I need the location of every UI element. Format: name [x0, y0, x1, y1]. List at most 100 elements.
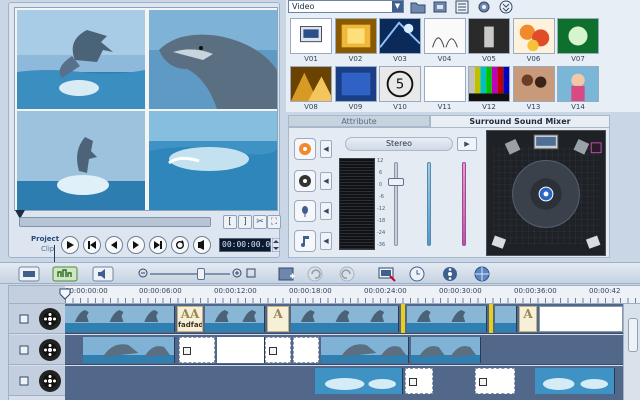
- voice-track-toggle[interactable]: ◀: [320, 202, 332, 220]
- overlay-track-icon[interactable]: [39, 339, 61, 361]
- surround-field[interactable]: [486, 130, 606, 256]
- timeline-clip[interactable]: [495, 306, 517, 332]
- voice-track-button[interactable]: [294, 200, 316, 222]
- playhead[interactable]: [59, 288, 71, 300]
- time-ruler[interactable]: 00:00:00:00 00:00:06:00 00:00:12:00 00:0…: [65, 286, 640, 304]
- library-thumbnail[interactable]: V13: [512, 66, 555, 113]
- color-clip[interactable]: [179, 337, 215, 363]
- play-button[interactable]: [61, 236, 79, 254]
- fader-thumb[interactable]: [388, 178, 404, 186]
- overlay-clip[interactable]: [321, 337, 409, 363]
- overlay-clip[interactable]: [411, 337, 481, 363]
- zoom-in-button[interactable]: [232, 266, 242, 282]
- transition-marker[interactable]: [401, 304, 405, 333]
- video-track[interactable]: AA fadfad A A: [65, 304, 623, 334]
- undo-button[interactable]: [306, 266, 324, 282]
- timeline-clip[interactable]: [205, 306, 265, 332]
- timeline-clip[interactable]: [291, 306, 399, 332]
- empty-clip[interactable]: [539, 306, 623, 332]
- zoom-slider-track[interactable]: [150, 273, 230, 275]
- overlay-clip[interactable]: [83, 337, 175, 363]
- scrub-bar[interactable]: [19, 217, 211, 227]
- overlay-track-toggle[interactable]: ◀: [320, 172, 332, 190]
- home-button[interactable]: [83, 236, 101, 254]
- sort-button[interactable]: [454, 0, 470, 14]
- library-thumbnail[interactable]: V09: [334, 66, 377, 113]
- mark-in-button[interactable]: [: [223, 215, 237, 229]
- auto-music-button[interactable]: [408, 266, 428, 282]
- end-button[interactable]: [149, 236, 167, 254]
- expand-button[interactable]: [498, 0, 514, 14]
- library-thumbnail[interactable]: V11: [423, 66, 466, 113]
- color-clip[interactable]: [217, 337, 265, 363]
- library-thumbnail[interactable]: 5 V10: [379, 66, 421, 113]
- redo-button[interactable]: [338, 266, 356, 282]
- next-frame-button[interactable]: [127, 236, 145, 254]
- motion-tracking-button[interactable]: [440, 266, 460, 282]
- color-clip[interactable]: [293, 337, 319, 363]
- mark-out-button[interactable]: ]: [238, 215, 252, 229]
- import-media-button[interactable]: [432, 0, 448, 14]
- color-clip[interactable]: [475, 368, 515, 394]
- tab-attribute[interactable]: Attribute: [288, 115, 430, 127]
- overlay-track-2[interactable]: [65, 366, 623, 400]
- master-fader[interactable]: 12 6 0 -6 -12 -18 -24 -36: [377, 158, 411, 250]
- video-track-button[interactable]: [294, 138, 316, 160]
- library-thumbnail[interactable]: V08: [290, 66, 332, 113]
- video-track-toggle[interactable]: ◀: [320, 140, 332, 158]
- project-mode-label[interactable]: Project: [31, 235, 59, 243]
- video-track-icon[interactable]: [39, 308, 61, 330]
- title-clip[interactable]: AA fadfad: [177, 306, 203, 332]
- overlay-clip[interactable]: [315, 368, 403, 394]
- front-fader[interactable]: [414, 158, 444, 250]
- color-clip[interactable]: [265, 337, 291, 363]
- music-track-button[interactable]: [294, 230, 316, 252]
- overlay-clip[interactable]: [535, 368, 615, 394]
- overlay-track-icon[interactable]: [39, 370, 61, 392]
- center-fader[interactable]: [449, 158, 479, 250]
- options-button[interactable]: [476, 0, 492, 14]
- scrollbar-thumb[interactable]: [628, 318, 638, 352]
- storyboard-view-button[interactable]: [18, 266, 40, 282]
- fit-project-button[interactable]: [246, 266, 256, 282]
- library-thumbnail[interactable]: V04: [423, 18, 466, 65]
- library-thumbnail[interactable]: V12: [468, 66, 510, 113]
- timeline-clip[interactable]: [65, 306, 175, 332]
- track-settings-icon[interactable]: [19, 375, 29, 387]
- overlay-track-button[interactable]: [294, 170, 316, 192]
- audio-view-button[interactable]: [92, 266, 114, 282]
- volume-button[interactable]: [193, 236, 211, 254]
- record-capture-button[interactable]: [378, 266, 396, 282]
- repeat-button[interactable]: [171, 236, 189, 254]
- library-thumbnail[interactable]: V06: [512, 18, 555, 65]
- library-thumbnail[interactable]: V02: [334, 18, 377, 65]
- mixer-play-button[interactable]: ▶: [457, 137, 477, 151]
- music-track-toggle[interactable]: ◀: [320, 232, 332, 250]
- overlay-track-1[interactable]: [65, 335, 623, 365]
- zoom-out-button[interactable]: [138, 266, 148, 282]
- tab-surround-sound-mixer[interactable]: Surround Sound Mixer: [430, 115, 610, 127]
- enable-ripple-button[interactable]: [472, 266, 492, 282]
- track-settings-icon[interactable]: [19, 313, 29, 325]
- library-category-select[interactable]: Video ▼: [288, 0, 404, 13]
- title-clip[interactable]: A: [267, 306, 289, 332]
- folder-button[interactable]: [410, 0, 426, 14]
- previous-frame-button[interactable]: [105, 236, 123, 254]
- library-thumbnail[interactable]: V05: [468, 18, 510, 65]
- timeline-view-button[interactable]: [52, 266, 78, 282]
- timecode-display[interactable]: 00:00:00.00: [219, 238, 275, 252]
- timecode-spinner[interactable]: [272, 238, 280, 252]
- library-thumbnail[interactable]: V03: [379, 18, 421, 65]
- library-thumbnail[interactable]: V07: [557, 18, 599, 65]
- timeline-clip[interactable]: [407, 306, 487, 332]
- zoom-slider-thumb[interactable]: [197, 268, 205, 280]
- cut-button[interactable]: ✂: [253, 215, 267, 229]
- insert-media-button[interactable]: [278, 266, 296, 282]
- track-settings-icon[interactable]: [19, 344, 29, 356]
- title-clip[interactable]: A: [519, 306, 537, 332]
- enlarge-button[interactable]: ⛶: [267, 215, 281, 229]
- library-thumbnail[interactable]: V01: [290, 18, 332, 65]
- color-clip[interactable]: [405, 368, 433, 394]
- transition-marker[interactable]: [489, 304, 493, 333]
- library-thumbnail[interactable]: V14: [557, 66, 599, 113]
